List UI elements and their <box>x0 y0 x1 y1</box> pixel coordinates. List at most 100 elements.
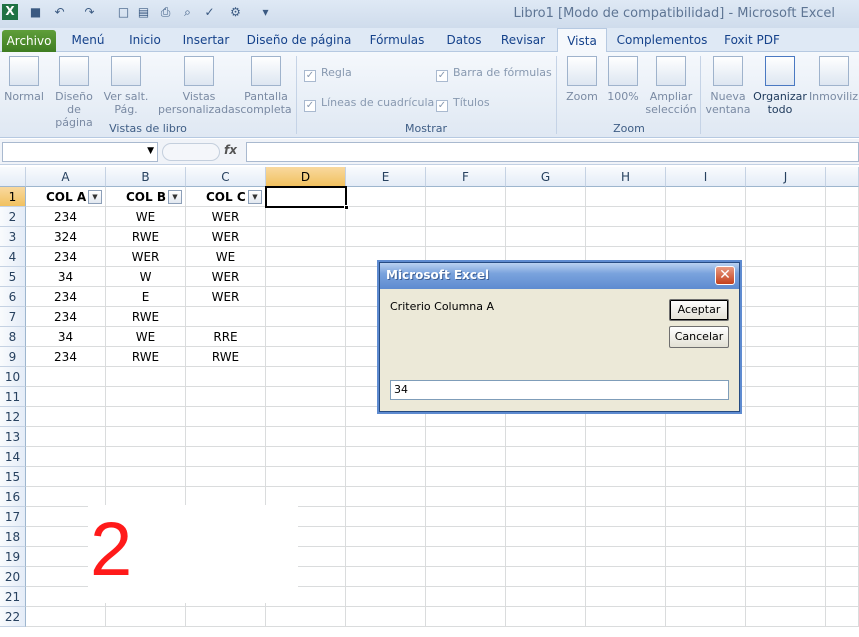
cell[interactable] <box>426 427 506 447</box>
zoom-button-2[interactable]: Ampliar selección <box>644 56 698 116</box>
cell[interactable] <box>346 527 426 547</box>
cell[interactable] <box>426 187 506 207</box>
cell[interactable] <box>426 227 506 247</box>
dialog-title-bar[interactable]: Microsoft Excel ✕ <box>380 263 739 289</box>
cell[interactable] <box>426 587 506 607</box>
cell[interactable] <box>586 547 666 567</box>
show-checkbox-2[interactable]: ✓ Barra de fórmulas <box>436 66 552 82</box>
cell[interactable] <box>666 427 746 447</box>
cell[interactable] <box>506 507 586 527</box>
open-icon[interactable]: ▤ <box>136 5 151 20</box>
cell[interactable] <box>426 507 506 527</box>
row-header-13[interactable]: 13 <box>0 427 26 447</box>
table-data-cell[interactable]: 234 <box>26 307 106 327</box>
row-header-5[interactable]: 5 <box>0 267 26 287</box>
cell[interactable] <box>426 487 506 507</box>
cell[interactable] <box>746 467 826 487</box>
cell[interactable] <box>826 207 859 227</box>
cell[interactable] <box>346 467 426 487</box>
table-data-cell[interactable]: RWE <box>106 227 186 247</box>
view-button-2[interactable]: Ver salt. Pág. <box>100 56 152 116</box>
zoom-button-0[interactable]: Zoom <box>560 56 604 103</box>
cell[interactable] <box>346 547 426 567</box>
table-data-cell[interactable]: WE <box>186 247 266 267</box>
print-preview-icon[interactable]: ⌕ <box>180 5 195 20</box>
row-header-6[interactable]: 6 <box>0 287 26 307</box>
cell[interactable] <box>26 387 106 407</box>
cell[interactable] <box>346 607 426 627</box>
cell[interactable] <box>186 447 266 467</box>
row-header-7[interactable]: 7 <box>0 307 26 327</box>
cell[interactable] <box>266 487 346 507</box>
cell[interactable] <box>506 187 586 207</box>
cell[interactable] <box>266 467 346 487</box>
cell[interactable] <box>266 367 346 387</box>
cell[interactable] <box>346 207 426 227</box>
cell[interactable] <box>826 487 859 507</box>
row-header-4[interactable]: 4 <box>0 247 26 267</box>
tab-1[interactable]: Menú <box>62 28 114 52</box>
cell[interactable] <box>346 447 426 467</box>
cell[interactable] <box>186 607 266 627</box>
window-button-0[interactable]: Nueva ventana <box>704 56 752 116</box>
cell[interactable] <box>506 227 586 247</box>
cell[interactable] <box>826 587 859 607</box>
row-header-3[interactable]: 3 <box>0 227 26 247</box>
table-data-cell[interactable]: 234 <box>26 347 106 367</box>
cell[interactable] <box>586 607 666 627</box>
redo-icon[interactable]: ↷ <box>82 5 97 20</box>
row-header-21[interactable]: 21 <box>0 587 26 607</box>
table-data-cell[interactable]: WER <box>186 207 266 227</box>
cell[interactable] <box>506 607 586 627</box>
cell[interactable] <box>186 367 266 387</box>
cell[interactable] <box>506 527 586 547</box>
table-data-cell[interactable]: 34 <box>26 327 106 347</box>
row-header-1[interactable]: 1 <box>0 187 26 207</box>
cell[interactable] <box>106 407 186 427</box>
cell[interactable] <box>266 447 346 467</box>
cell[interactable] <box>746 247 826 267</box>
cell[interactable] <box>826 387 859 407</box>
cell[interactable] <box>746 367 826 387</box>
cell[interactable] <box>586 567 666 587</box>
column-header-C[interactable]: C <box>186 167 266 187</box>
cell[interactable] <box>266 247 346 267</box>
cell[interactable] <box>426 527 506 547</box>
cell[interactable] <box>266 227 346 247</box>
table-data-cell[interactable]: WER <box>186 267 266 287</box>
cell[interactable] <box>666 227 746 247</box>
cell[interactable] <box>346 227 426 247</box>
tab-6[interactable]: Datos <box>438 28 490 52</box>
cell[interactable] <box>826 427 859 447</box>
show-checkbox-1[interactable]: ✓ Líneas de cuadrícula <box>304 96 434 112</box>
cell[interactable] <box>826 547 859 567</box>
tab-4[interactable]: Diseño de página <box>242 28 356 52</box>
table-data-cell[interactable]: RRE <box>186 327 266 347</box>
tab-8[interactable]: Vista <box>557 28 607 53</box>
cell[interactable] <box>506 547 586 567</box>
zoom-button-1[interactable]: 100% <box>604 56 642 103</box>
cell[interactable] <box>666 587 746 607</box>
cell[interactable] <box>586 207 666 227</box>
cell[interactable] <box>826 227 859 247</box>
table-data-cell[interactable]: RWE <box>106 347 186 367</box>
cell[interactable] <box>826 447 859 467</box>
fill-handle[interactable] <box>344 205 349 210</box>
view-button-3[interactable]: Vistas personalizadas <box>158 56 241 116</box>
print-icon[interactable]: ⎙ <box>158 5 173 20</box>
cell[interactable] <box>186 467 266 487</box>
table-data-cell[interactable]: 324 <box>26 227 106 247</box>
cell[interactable] <box>266 607 346 627</box>
cell[interactable] <box>826 467 859 487</box>
cell[interactable] <box>826 607 859 627</box>
cell[interactable] <box>746 307 826 327</box>
tab-0[interactable]: Archivo <box>2 30 56 52</box>
cell[interactable] <box>586 187 666 207</box>
table-data-cell[interactable]: 234 <box>26 247 106 267</box>
excel-logo-icon[interactable]: X <box>2 4 18 20</box>
cell[interactable] <box>826 267 859 287</box>
cell[interactable] <box>426 607 506 627</box>
cell[interactable] <box>266 267 346 287</box>
cell[interactable] <box>666 467 746 487</box>
table-data-cell[interactable]: WER <box>186 227 266 247</box>
